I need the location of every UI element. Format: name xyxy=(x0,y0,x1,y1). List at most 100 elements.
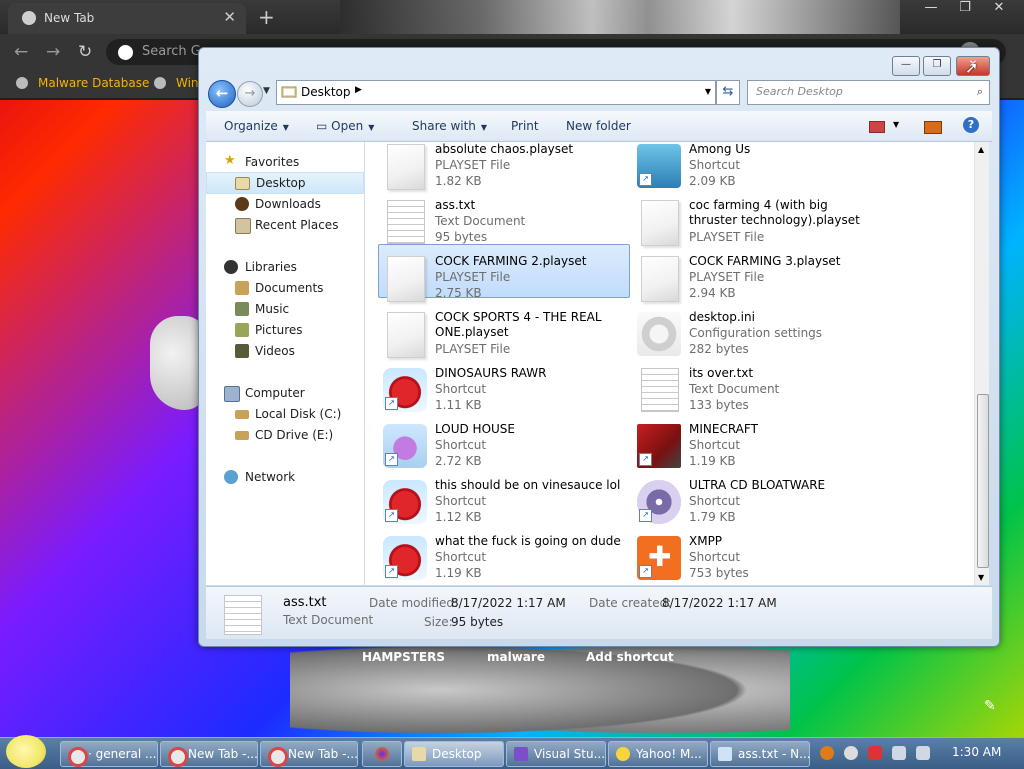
address-dropdown-icon[interactable]: ▼ xyxy=(705,87,711,96)
nav-label: Network xyxy=(245,470,296,484)
file-type: PLAYSET File xyxy=(435,342,511,356)
forward-arrow-icon[interactable]: → xyxy=(46,42,60,62)
file-type: Text Document xyxy=(689,382,780,396)
taskbar-visual-studio[interactable]: Visual Stu... xyxy=(506,741,606,767)
back-arrow-icon[interactable]: ← xyxy=(14,42,28,62)
start-button[interactable] xyxy=(6,735,46,768)
taskbar-firefox[interactable] xyxy=(362,741,402,767)
breadcrumb-arrow-icon[interactable]: ▶ xyxy=(355,85,362,95)
nav-music[interactable]: Music xyxy=(206,299,362,319)
taskbar-chrome-new-tab-2[interactable]: New Tab -... xyxy=(260,741,358,767)
file-item[interactable]: ass.txt Text Document 95 bytes xyxy=(379,196,629,248)
search-icon[interactable]: ⌕ xyxy=(977,85,983,99)
add-shortcut[interactable]: Add shortcut xyxy=(586,650,674,664)
taskbar-chrome-general[interactable]: · general ... xyxy=(60,741,158,767)
nav-recent-places[interactable]: Recent Places xyxy=(206,215,362,235)
taskbar-label: Yahoo! M... xyxy=(636,747,702,761)
nav-label: Favorites xyxy=(245,155,300,169)
mouse-cursor-icon: ➚ xyxy=(965,58,979,77)
explorer-window: — ❐ ✕ ← → ▼ Desktop ▶ ▼ ⇆ Search Desktop… xyxy=(198,47,1000,647)
recent-pages-chevron-icon[interactable]: ▼ xyxy=(263,86,270,96)
nav-network[interactable]: Network xyxy=(206,467,362,487)
file-item[interactable]: ↗ what the fuck is going on dude Shortcu… xyxy=(379,532,629,584)
file-item[interactable]: COCK FARMING 3.playset PLAYSET File 2.94… xyxy=(633,252,883,304)
file-item[interactable]: ↗ ULTRA CD BLOATWARE Shortcut 1.79 KB xyxy=(633,476,883,528)
customize-pencil-icon[interactable]: ✎ xyxy=(984,698,996,714)
clock[interactable]: 1:30 AM xyxy=(952,745,1001,759)
organize-label: Organize xyxy=(224,119,278,133)
vertical-scrollbar[interactable]: ▲ ▼ xyxy=(974,142,989,585)
file-item[interactable]: ↗ LOUD HOUSE Shortcut 2.72 KB xyxy=(379,420,629,472)
file-item[interactable]: coc farming 4 (with big thruster technol… xyxy=(633,196,883,248)
shortcut-malware[interactable]: malware xyxy=(487,650,545,664)
file-name: this should be on vinesauce lol xyxy=(435,478,621,492)
nav-desktop[interactable]: Desktop xyxy=(206,172,364,194)
taskbar-yahoo[interactable]: Yahoo! M... xyxy=(608,741,708,767)
file-name: COCK SPORTS 4 - THE REAL ONE.playset xyxy=(435,310,602,339)
bookmark-malware-database[interactable]: Malware Database xyxy=(38,76,149,90)
file-item[interactable]: ↗ DINOSAURS RAWR Shortcut 1.11 KB xyxy=(379,364,629,416)
preview-pane-icon[interactable] xyxy=(924,121,942,134)
help-icon[interactable]: ? xyxy=(963,117,979,133)
file-item[interactable]: ↗ MINECRAFT Shortcut 1.19 KB xyxy=(633,420,883,472)
action-center-icon[interactable] xyxy=(868,746,882,760)
smiley-tray-icon[interactable] xyxy=(844,746,858,760)
nav-videos[interactable]: Videos xyxy=(206,341,362,361)
change-view-icon[interactable] xyxy=(869,121,885,133)
address-bar[interactable]: Desktop ▶ ▼ xyxy=(276,80,716,105)
playset-file-icon xyxy=(641,200,679,246)
open-button[interactable]: ▭ Open ▼ xyxy=(316,119,374,133)
new-tab-button[interactable]: + xyxy=(258,5,275,29)
taskbar-notepad[interactable]: ass.txt - N... xyxy=(710,741,811,767)
minimize-icon[interactable]: — xyxy=(914,0,948,15)
nav-local-disk[interactable]: Local Disk (C:) xyxy=(206,404,362,424)
search-input[interactable]: Search Desktop ⌕ xyxy=(747,80,990,105)
details-pane: ass.txt Text Document Date modified: 8/1… xyxy=(206,586,992,639)
refresh-button[interactable]: ⇆ xyxy=(716,80,740,105)
file-list: absolute chaos.playset PLAYSET File 1.82… xyxy=(365,142,989,585)
tab-close-icon[interactable]: ✕ xyxy=(223,8,236,26)
nav-libraries[interactable]: Libraries xyxy=(206,257,362,277)
organize-button[interactable]: Organize ▼ xyxy=(224,119,289,133)
file-item[interactable]: desktop.ini Configuration settings 282 b… xyxy=(633,308,883,360)
view-options-chevron-icon[interactable]: ▼ xyxy=(893,120,899,129)
nav-cd-drive[interactable]: CD Drive (E:) xyxy=(206,425,362,445)
back-button[interactable]: ← xyxy=(208,80,236,108)
new-folder-button[interactable]: New folder xyxy=(566,119,631,133)
reload-icon[interactable]: ↻ xyxy=(78,42,92,62)
taskbar-label: New Tab -... xyxy=(288,747,358,761)
scroll-down-icon[interactable]: ▼ xyxy=(978,573,984,582)
scroll-up-icon[interactable]: ▲ xyxy=(978,145,984,154)
print-button[interactable]: Print xyxy=(511,119,539,133)
nav-favorites[interactable]: ★ Favorites xyxy=(206,152,362,172)
nav-downloads[interactable]: Downloads xyxy=(206,194,362,214)
browser-tab[interactable]: New Tab ✕ xyxy=(8,3,246,34)
volume-icon[interactable] xyxy=(916,746,930,760)
computer-icon xyxy=(224,386,240,402)
chrome-tab-icon xyxy=(22,11,36,25)
shortcut-hampsters[interactable]: HAMPSTERS xyxy=(362,650,445,664)
taskbar-chrome-new-tab-1[interactable]: New Tab -... xyxy=(160,741,258,767)
maximize-icon[interactable]: ❐ xyxy=(948,0,982,15)
search-tray-icon[interactable] xyxy=(820,746,834,760)
file-item[interactable]: its over.txt Text Document 133 bytes xyxy=(633,364,883,416)
close-icon[interactable]: ✕ xyxy=(982,0,1016,15)
among-us-icon: ↗ xyxy=(637,144,681,188)
file-item[interactable]: ↗ this should be on vinesauce lol Shortc… xyxy=(379,476,629,528)
network-tray-icon[interactable] xyxy=(892,746,906,760)
minimize-button[interactable]: — xyxy=(892,56,920,76)
taskbar-desktop[interactable]: Desktop xyxy=(404,741,504,767)
file-item[interactable]: ↗ XMPP Shortcut 753 bytes xyxy=(633,532,883,584)
forward-button[interactable]: → xyxy=(237,81,263,107)
bookmark-win[interactable]: Win xyxy=(176,76,199,90)
file-item[interactable]: COCK SPORTS 4 - THE REAL ONE.playset PLA… xyxy=(379,308,629,360)
nav-documents[interactable]: Documents xyxy=(206,278,362,298)
file-item[interactable]: COCK FARMING 2.playset PLAYSET File 2.75… xyxy=(379,252,629,304)
file-item[interactable]: absolute chaos.playset PLAYSET File 1.82… xyxy=(379,142,629,192)
nav-pictures[interactable]: Pictures xyxy=(206,320,362,340)
scrollbar-thumb[interactable] xyxy=(977,394,989,568)
nav-computer[interactable]: Computer xyxy=(206,383,362,403)
file-item[interactable]: ↗ Among Us Shortcut 2.09 KB xyxy=(633,142,883,192)
maximize-button[interactable]: ❐ xyxy=(923,56,951,76)
share-with-button[interactable]: Share with ▼ xyxy=(412,119,487,133)
